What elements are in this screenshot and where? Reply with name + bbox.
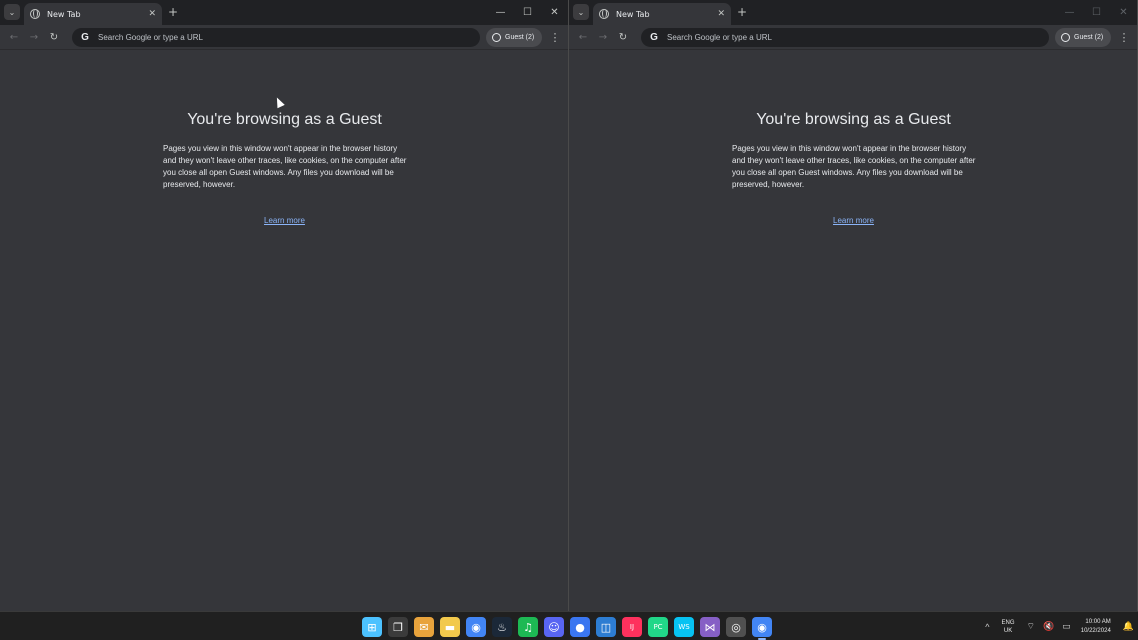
omnibox-placeholder: Search Google or type a URL	[667, 33, 772, 42]
reload-button[interactable]: ↻	[44, 27, 64, 47]
learn-more-text[interactable]: Learn more	[833, 216, 874, 225]
signal-icon[interactable]: ●	[570, 617, 590, 637]
guest-description: Pages you view in this window won't appe…	[163, 144, 407, 189]
person-icon	[1061, 33, 1070, 42]
chrome-active-icon[interactable]: ◉	[752, 617, 772, 640]
task-view-icon[interactable]: ❐	[388, 617, 408, 637]
guest-page: You're browsing as a Guest Pages you vie…	[569, 50, 1137, 611]
pycharm-icon[interactable]: PC	[648, 617, 668, 637]
steam-icon[interactable]: ♨	[492, 617, 512, 637]
tab-title: New Tab	[47, 9, 81, 19]
close-window-button[interactable]: ✕	[541, 0, 568, 25]
desktop: ⌄ New Tab ✕ + — ☐ ✕ ← → ↻ G Search Googl…	[0, 0, 1138, 611]
google-icon: G	[81, 32, 89, 43]
clock[interactable]: 10:00 AM 10/22/2024	[1075, 618, 1119, 636]
language-code: ENG	[1001, 619, 1015, 626]
menu-icon[interactable]: ⋮	[548, 29, 562, 46]
toolbar: ← → ↻ G Search Google or type a URL Gues…	[0, 25, 568, 50]
battery-icon[interactable]: ▭	[1058, 621, 1075, 632]
spotify-icon[interactable]: ♫	[518, 617, 538, 637]
forward-button[interactable]: →	[593, 27, 613, 47]
tab-search-button[interactable]: ⌄	[4, 4, 20, 20]
taskbar-apps: ⊞ ❐ ✉ ▬ ◉ ♨ ♫ ☺ ● ◫ IJ PC WS ⋈ ◎ ◉	[362, 617, 772, 640]
page-title: You're browsing as a Guest	[187, 111, 382, 128]
back-button[interactable]: ←	[4, 27, 24, 47]
chrome-icon[interactable]: ◉	[466, 617, 486, 637]
forward-button[interactable]: →	[24, 27, 44, 47]
obs-icon[interactable]: ◎	[726, 617, 746, 637]
person-icon	[492, 33, 501, 42]
reload-button[interactable]: ↻	[613, 27, 633, 47]
globe-icon	[30, 9, 40, 19]
profile-label: Guest (2)	[505, 34, 535, 41]
tab-strip: ⌄ New Tab ✕ + — ☐ ✕	[569, 0, 1137, 25]
learn-more-link[interactable]: Learn more	[0, 216, 568, 225]
profile-button[interactable]: Guest (2)	[1055, 28, 1111, 47]
notification-bell-icon[interactable]: 🔔	[1119, 621, 1138, 632]
profile-label: Guest (2)	[1074, 34, 1104, 41]
window-controls: — ☐ ✕	[1056, 0, 1137, 25]
language-indicator[interactable]: ENG UK	[994, 619, 1023, 635]
clock-time: 10:00 AM	[1085, 618, 1111, 625]
webstorm-icon[interactable]: WS	[674, 617, 694, 637]
omnibox-placeholder: Search Google or type a URL	[98, 33, 203, 42]
back-button[interactable]: ←	[573, 27, 593, 47]
window-controls: — ☐ ✕	[487, 0, 568, 25]
close-window-button[interactable]: ✕	[1110, 0, 1137, 25]
show-hidden-icons-chevron-icon[interactable]: ^	[981, 622, 993, 632]
app-orange-icon[interactable]: ◫	[596, 617, 616, 637]
learn-more-link[interactable]: Learn more	[569, 216, 1137, 225]
guest-page: You're browsing as a Guest Pages you vie…	[0, 50, 568, 611]
omnibox[interactable]: G Search Google or type a URL	[72, 28, 480, 47]
learn-more-text[interactable]: Learn more	[264, 216, 305, 225]
menu-icon[interactable]: ⋮	[1117, 29, 1131, 46]
tab-close-icon[interactable]: ✕	[717, 9, 725, 19]
keyboard-region: UK	[1003, 627, 1013, 634]
windows-start-icon[interactable]: ⊞	[362, 617, 382, 637]
tab-strip: ⌄ New Tab ✕ + — ☐ ✕	[0, 0, 568, 25]
page-title: You're browsing as a Guest	[756, 111, 951, 128]
intellij-icon[interactable]: IJ	[622, 617, 642, 637]
file-explorer-icon[interactable]: ▬	[440, 617, 460, 637]
wifi-icon[interactable]: ⌔	[1023, 621, 1039, 632]
tab-search-button[interactable]: ⌄	[573, 4, 589, 20]
visual-studio-icon[interactable]: ⋈	[700, 617, 720, 637]
new-tab-button[interactable]: +	[168, 5, 178, 19]
maximize-button[interactable]: ☐	[1083, 0, 1110, 25]
toolbar: ← → ↻ G Search Google or type a URL Gues…	[569, 25, 1137, 50]
tab-title: New Tab	[616, 9, 650, 19]
system-tray: ^ ENG UK ⌔ 🔇 ▭ 10:00 AM 10/22/2024 🔔	[981, 612, 1138, 640]
clock-date: 10/22/2024	[1080, 627, 1111, 634]
minimize-button[interactable]: —	[1056, 0, 1083, 25]
tab-new-tab[interactable]: New Tab ✕	[24, 3, 162, 25]
tab-close-icon[interactable]: ✕	[148, 9, 156, 19]
guest-description: Pages you view in this window won't appe…	[732, 144, 976, 189]
new-tab-button[interactable]: +	[737, 5, 747, 19]
discord-icon[interactable]: ☺	[544, 617, 564, 637]
browser-window-left: ⌄ New Tab ✕ + — ☐ ✕ ← → ↻ G Search Googl…	[0, 0, 569, 611]
browser-window-right: ⌄ New Tab ✕ + — ☐ ✕ ← → ↻ G Search Googl…	[569, 0, 1138, 611]
google-icon: G	[650, 32, 658, 43]
maximize-button[interactable]: ☐	[514, 0, 541, 25]
omnibox[interactable]: G Search Google or type a URL	[641, 28, 1049, 47]
taskbar: ⊞ ❐ ✉ ▬ ◉ ♨ ♫ ☺ ● ◫ IJ PC WS ⋈ ◎ ◉ ^ ENG UK ⌔ 🔇 ▭ 10:00…	[0, 611, 1138, 640]
file-explorer-mail-icon[interactable]: ✉	[414, 617, 434, 637]
volume-muted-icon[interactable]: 🔇	[1039, 621, 1058, 632]
globe-icon	[599, 9, 609, 19]
tab-new-tab[interactable]: New Tab ✕	[593, 3, 731, 25]
minimize-button[interactable]: —	[487, 0, 514, 25]
profile-button[interactable]: Guest (2)	[486, 28, 542, 47]
